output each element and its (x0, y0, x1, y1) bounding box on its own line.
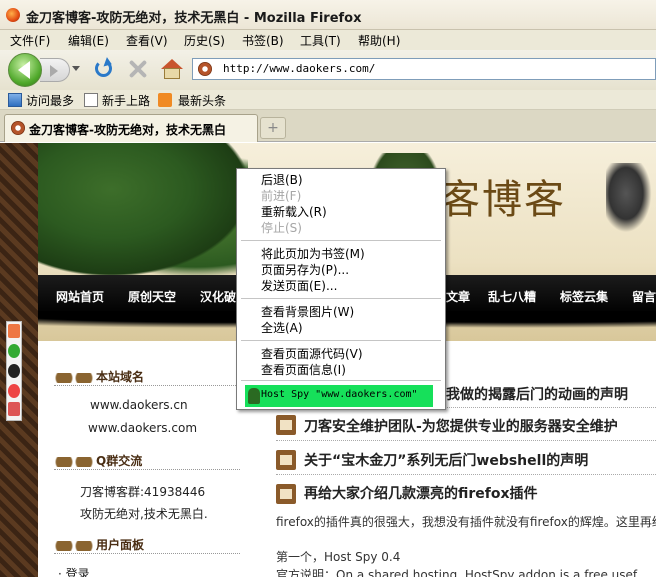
getting-started-icon (84, 93, 98, 107)
bookmark-getting-started[interactable]: 新手上路 (102, 92, 150, 109)
post-title-2[interactable]: 刀客安全维护团队-为您提供专业的服务器安全维护 (304, 416, 618, 436)
home-button[interactable] (160, 58, 184, 80)
menu-file[interactable]: 文件(F) (10, 32, 50, 49)
url-bar[interactable]: http://www.daokers.com/ (192, 58, 656, 80)
context-separator (241, 380, 441, 381)
context-bookmark-page[interactable]: 将此页加为书签(M) (261, 245, 365, 262)
context-host-spy[interactable]: Host Spy "www.daokers.com" (245, 385, 433, 407)
post-divider (276, 474, 656, 475)
post-divider (276, 440, 656, 441)
new-tab-button[interactable]: + (260, 117, 286, 139)
host-spy-icon (248, 388, 260, 404)
sidebar-divider (54, 553, 240, 554)
context-send-page[interactable]: 发送页面(E)... (261, 277, 337, 294)
context-stop: 停止(S) (261, 221, 302, 235)
domain-link-cn[interactable]: www.daokers.cn (90, 398, 188, 412)
nav-home[interactable]: 网站首页 (56, 288, 104, 305)
window-title: 金刀客博客-攻防无绝对，技术无黑白 - Mozilla Firefox (26, 11, 362, 26)
sidebar-domain-title: 本站域名 (54, 368, 144, 385)
host-spy-label: Host Spy "www.daokers.com" (261, 389, 418, 400)
back-arrow-icon (18, 61, 30, 79)
post-title-3[interactable]: 关于“宝木金刀”系列无后门webshell的声明 (304, 450, 588, 470)
qq-chat-icon[interactable] (8, 384, 20, 398)
ornament-icon (54, 540, 94, 551)
bookmark-most-visited[interactable]: 访问最多 (26, 92, 74, 109)
nav-articles[interactable]: 文章 (446, 288, 470, 305)
tab-label: 金刀客博客-攻防无绝对，技术无黑白 (29, 123, 226, 137)
reload-button[interactable] (92, 57, 116, 80)
menu-history[interactable]: 历史(S) (184, 32, 225, 49)
post-icon (276, 415, 296, 435)
firefox-icon (6, 8, 20, 22)
history-dropdown-icon[interactable] (72, 66, 80, 71)
context-separator (241, 298, 441, 299)
context-view-page-info[interactable]: 查看页面信息(I) (261, 361, 346, 378)
sidebar-divider (54, 469, 240, 470)
menu-edit[interactable]: 编辑(E) (68, 32, 109, 49)
context-back[interactable]: 后退(B) (261, 171, 303, 188)
post-icon (276, 484, 296, 504)
nav-translation[interactable]: 汉化破 (200, 288, 236, 305)
post-title-4[interactable]: 再给大家介绍几款漂亮的firefox插件 (304, 483, 538, 503)
sidebar-qq-title: Q群交流 (54, 452, 142, 469)
sidebar-user-title: 用户面板 (54, 536, 144, 553)
context-reload[interactable]: 重新载入(R) (261, 203, 327, 220)
login-link[interactable]: · 登录 (58, 565, 90, 577)
post-body-line-1: firefox的插件真的很强大，我想没有插件就没有firefox的辉煌。这里再给 (276, 515, 656, 529)
banner-trees-image (38, 143, 248, 275)
post-icon (276, 450, 296, 470)
post-body-line-2: 第一个，Host Spy 0.4 (276, 550, 401, 564)
context-separator (241, 340, 441, 341)
nav-original[interactable]: 原创天空 (128, 288, 176, 305)
menu-help[interactable]: 帮助(H) (358, 32, 400, 49)
qq-group-text: 刀客博客群:41938446 (80, 485, 206, 499)
context-forward: 前进(F) (261, 189, 302, 203)
stop-button[interactable] (126, 58, 150, 80)
menu-bookmarks[interactable]: 书签(B) (242, 32, 284, 49)
forward-arrow-icon (50, 65, 58, 77)
forward-button[interactable] (40, 58, 70, 82)
menu-tools[interactable]: 工具(T) (300, 32, 341, 49)
bottom-icon[interactable] (8, 402, 20, 416)
menu-bar: 文件(F) 编辑(E) 查看(V) 历史(S) 书签(B) 工具(T) 帮助(H… (0, 30, 656, 50)
top-icon[interactable] (8, 324, 20, 338)
most-visited-icon (8, 93, 22, 107)
tab-favicon-icon (11, 121, 25, 135)
context-save-page-as[interactable]: 页面另存为(P)... (261, 261, 349, 278)
nav-tag-cloud[interactable]: 标签云集 (560, 288, 608, 305)
bookmark-latest-headlines[interactable]: 最新头条 (178, 92, 226, 109)
context-view-bg-image[interactable]: 查看背景图片(W) (261, 303, 354, 320)
tab-active[interactable]: 金刀客博客-攻防无绝对，技术无黑白 (4, 114, 258, 142)
bookmarks-toolbar (0, 90, 656, 110)
nav-misc[interactable]: 乱七八糟 (488, 288, 536, 305)
context-view-source[interactable]: 查看页面源代码(V) (261, 345, 363, 362)
url-text[interactable]: http://www.daokers.com/ (223, 62, 375, 75)
qq-penguin-icon[interactable] (8, 364, 20, 378)
back-button[interactable] (8, 53, 42, 87)
context-separator (241, 240, 441, 241)
site-favicon-icon (198, 62, 212, 76)
ornament-icon (54, 456, 94, 467)
nav-guestbook[interactable]: 留言 (632, 288, 656, 305)
context-select-all[interactable]: 全选(A) (261, 319, 303, 336)
rss-icon (158, 93, 172, 107)
ornament-icon (54, 372, 94, 383)
bird-image (606, 163, 656, 239)
title-bar: 金刀客博客-攻防无绝对，技术无黑白 - Mozilla Firefox (0, 0, 656, 30)
motto-text: 攻防无绝对,技术无黑白. (80, 507, 208, 521)
sidebar-divider (54, 385, 240, 386)
context-menu: 后退(B) 前进(F) 重新载入(R) 停止(S) 将此页加为书签(M) 页面另… (236, 168, 446, 410)
site-logo-text: 客博客 (440, 177, 566, 223)
post-body-line-3: 官方说明：On a shared hosting, HostSpy addon … (276, 568, 638, 577)
domain-link-com[interactable]: www.daokers.com (88, 421, 197, 435)
menu-view[interactable]: 查看(V) (126, 32, 168, 49)
post-title-1[interactable]: 我做的揭露后门的动画的声明 (446, 384, 628, 404)
qq-icon[interactable] (8, 344, 20, 358)
